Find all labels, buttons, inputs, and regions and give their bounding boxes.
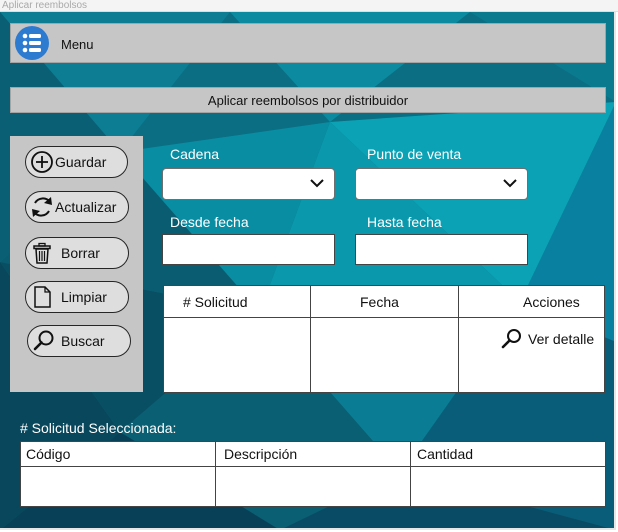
delete-button-label: Borrar xyxy=(61,245,100,261)
selected-items-table: Código Descripción Cantidad xyxy=(20,441,606,507)
punto-venta-label: Punto de venta xyxy=(367,146,462,162)
desde-fecha-input[interactable] xyxy=(162,234,335,265)
search-button-label: Buscar xyxy=(61,333,105,349)
column-header-cantidad: Cantidad xyxy=(417,446,474,462)
punto-venta-select[interactable] xyxy=(355,168,528,200)
search-icon xyxy=(500,328,524,350)
desde-fecha-label: Desde fecha xyxy=(170,214,249,230)
app-canvas: Menu Aplicar reembolsos por distribuidor… xyxy=(0,12,616,530)
chevron-down-icon xyxy=(503,179,517,188)
column-header-solicitud: # Solicitud xyxy=(183,294,248,310)
chevron-down-icon xyxy=(310,179,324,188)
view-detail-label: Ver detalle xyxy=(528,331,595,347)
selected-request-label: # Solicitud Seleccionada: xyxy=(20,420,177,436)
refresh-icon xyxy=(29,194,55,220)
view-detail-link[interactable]: Ver detalle xyxy=(500,328,594,350)
document-icon xyxy=(29,284,55,310)
hasta-fecha-input[interactable] xyxy=(355,234,528,265)
save-button[interactable]: Guardar xyxy=(25,146,128,178)
column-header-descripcion: Descripción xyxy=(224,446,298,462)
refresh-button[interactable]: Actualizar xyxy=(25,191,129,223)
clear-button[interactable]: Limpiar xyxy=(25,281,129,313)
save-button-label: Guardar xyxy=(55,154,107,170)
list-menu-icon[interactable] xyxy=(15,26,49,60)
window-title: Aplicar reembolsos xyxy=(0,0,618,12)
menu-bar: Menu xyxy=(10,23,606,63)
search-button[interactable]: Buscar xyxy=(27,325,131,357)
menu-label[interactable]: Menu xyxy=(61,37,94,52)
page-title: Aplicar reembolsos por distribuidor xyxy=(10,87,606,113)
refresh-button-label: Actualizar xyxy=(55,199,117,215)
column-header-fecha: Fecha xyxy=(360,294,399,310)
delete-button[interactable]: Borrar xyxy=(25,237,129,269)
search-icon xyxy=(31,328,57,354)
column-header-codigo: Código xyxy=(26,446,71,462)
cadena-label: Cadena xyxy=(170,146,220,162)
clear-button-label: Limpiar xyxy=(61,289,107,305)
action-sidebar: Guardar Actualizar Borrar Limpiar Buscar xyxy=(10,136,143,392)
hasta-fecha-label: Hasta fecha xyxy=(367,214,442,230)
column-header-acciones: Acciones xyxy=(523,294,580,310)
trash-icon xyxy=(29,240,55,266)
cadena-select[interactable] xyxy=(162,168,335,200)
add-circle-icon xyxy=(29,149,55,175)
